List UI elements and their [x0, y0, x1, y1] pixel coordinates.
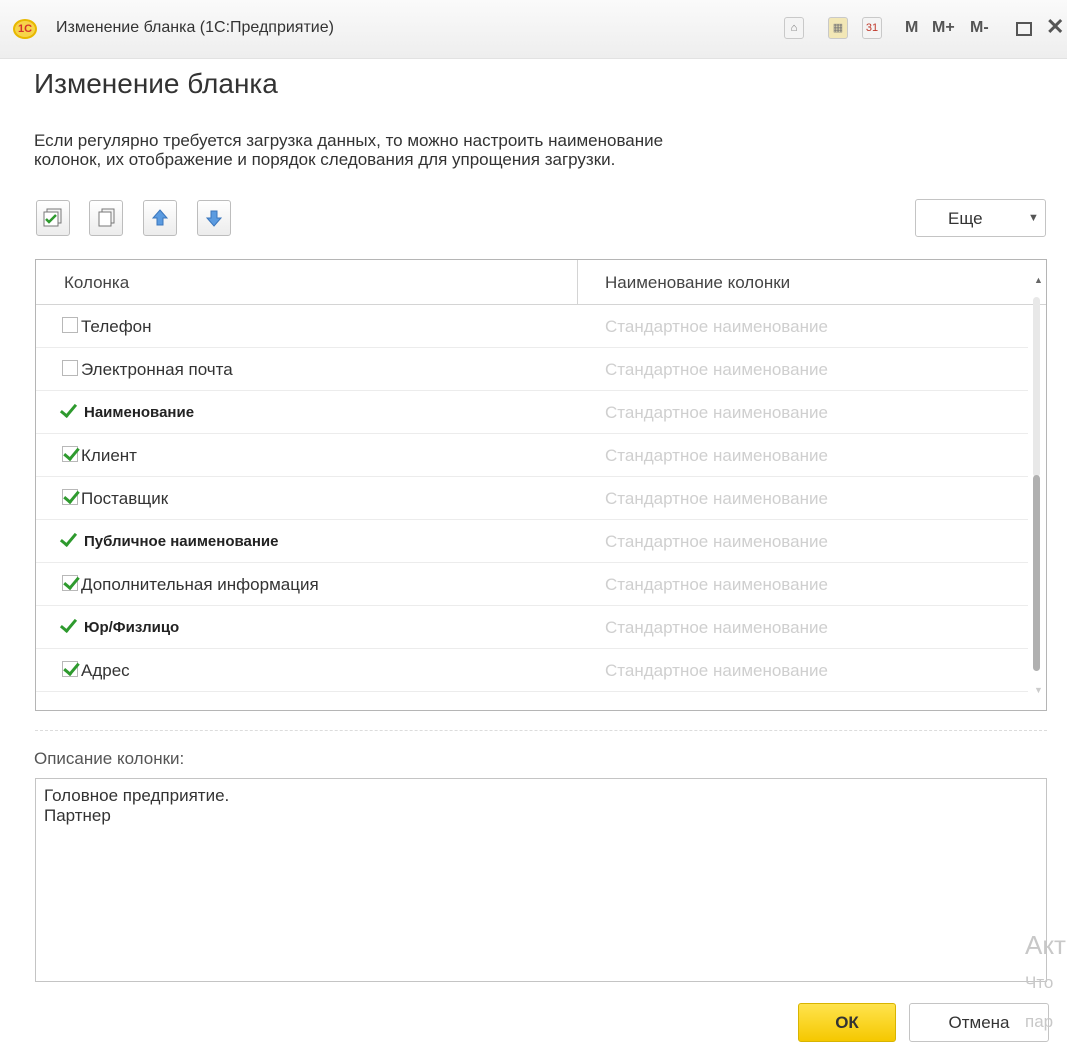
required-check-icon: [59, 614, 78, 634]
column-name: Телефон: [81, 317, 152, 336]
column-name: Адрес: [81, 661, 130, 680]
column-description-line: Головное предприятие.: [44, 786, 230, 805]
table-row[interactable]: Электронная почта Стандартное наименовани…: [36, 348, 1028, 391]
column-checkbox[interactable]: [62, 446, 78, 462]
column-name: Электронная почта: [81, 360, 233, 379]
table-body: Телефон Стандартное наименование Электронн…: [36, 305, 1028, 692]
column-name: Клиент: [81, 446, 137, 465]
column-name: Публичное наименование: [84, 533, 279, 550]
column-title-placeholder[interactable]: Стандартное наименование: [605, 575, 828, 595]
uncheck-all-icon: [98, 208, 115, 227]
more-button-label: Еще: [948, 209, 983, 228]
activation-watermark: Акт: [1025, 930, 1066, 960]
page-title: Изменение бланка: [34, 68, 278, 99]
vertical-scrollbar[interactable]: ▲ ▼: [1029, 275, 1046, 710]
column-title-placeholder[interactable]: Стандартное наименование: [605, 661, 828, 681]
column-title-placeholder[interactable]: Стандартное наименование: [605, 446, 828, 466]
table-row[interactable]: Наименование Стандартное наименование: [36, 391, 1028, 434]
column-title-placeholder[interactable]: Стандартное наименование: [605, 489, 828, 509]
column-title-placeholder[interactable]: Стандартное наименование: [605, 532, 828, 552]
move-down-button[interactable]: [197, 200, 231, 236]
required-check-icon: [59, 399, 78, 419]
column-title-placeholder[interactable]: Стандартное наименование: [605, 618, 828, 638]
ok-button[interactable]: ОК: [798, 1003, 896, 1042]
description-line: Если регулярно требуется загрузка данных…: [34, 131, 664, 150]
more-button[interactable]: Еще ▼: [915, 199, 1046, 237]
memory-minus-button[interactable]: M-: [970, 19, 989, 37]
calculator-icon[interactable]: ▦: [828, 17, 848, 39]
close-icon[interactable]: ✕: [1046, 14, 1064, 40]
column-checkbox[interactable]: [62, 317, 78, 333]
calendar-icon[interactable]: 31: [862, 17, 882, 39]
column-description-line: Партнер: [44, 806, 111, 825]
column-title-placeholder[interactable]: Стандартное наименование: [605, 360, 828, 380]
check-all-icon: [43, 208, 62, 227]
move-up-button[interactable]: [143, 200, 177, 236]
1c-logo-icon: 1С: [13, 19, 37, 39]
column-header-column[interactable]: Колонка: [64, 273, 129, 293]
column-title-placeholder[interactable]: Стандартное наименование: [605, 403, 828, 423]
scroll-up-icon[interactable]: ▲: [1034, 275, 1043, 285]
table-row[interactable]: Юр/Физлицо Стандартное наименование: [36, 606, 1028, 649]
column-checkbox[interactable]: [62, 661, 78, 677]
table-row[interactable]: Адрес Стандартное наименование: [36, 649, 1028, 692]
column-header-title[interactable]: Наименование колонки: [605, 273, 790, 293]
column-checkbox[interactable]: [62, 360, 78, 376]
uncheck-all-button[interactable]: [89, 200, 123, 236]
scrollbar-track[interactable]: [1033, 297, 1040, 477]
scrollbar-thumb[interactable]: [1033, 475, 1040, 671]
form-description: Если регулярно требуется загрузка данных…: [34, 131, 834, 169]
column-title-placeholder[interactable]: Стандартное наименование: [605, 317, 828, 337]
column-description-field[interactable]: Головное предприятие. Партнер: [35, 778, 1047, 982]
column-checkbox[interactable]: [62, 489, 78, 505]
chevron-down-icon: ▼: [1028, 212, 1039, 224]
description-line: колонок, их отображение и порядок следов…: [34, 150, 616, 169]
table-row[interactable]: Дополнительная информация Стандартное наи…: [36, 563, 1028, 606]
check-all-button[interactable]: [36, 200, 70, 236]
required-check-icon: [59, 528, 78, 548]
memory-plus-button[interactable]: M+: [932, 19, 955, 37]
memory-m-button[interactable]: M: [905, 19, 918, 37]
window-titlebar: 1С Изменение бланка (1С:Предприятие) ⌂ ▦…: [0, 0, 1067, 59]
column-name: Дополнительная информация: [81, 575, 319, 594]
column-separator[interactable]: [577, 260, 578, 304]
columns-table[interactable]: Колонка Наименование колонки Телефон Стан…: [35, 259, 1047, 711]
arrow-up-icon: [151, 209, 169, 226]
divider: [35, 730, 1047, 731]
column-name: Поставщик: [81, 489, 169, 508]
home-icon[interactable]: ⌂: [784, 17, 804, 39]
table-row[interactable]: Публичное наименование Стандартное наимен…: [36, 520, 1028, 563]
arrow-down-icon: [205, 210, 223, 227]
column-checkbox[interactable]: [62, 575, 78, 591]
table-header: Колонка Наименование колонки: [36, 260, 1046, 305]
column-name: Юр/Физлицо: [84, 619, 180, 636]
window-title: Изменение бланка (1С:Предприятие): [56, 19, 334, 36]
maximize-icon[interactable]: [1016, 22, 1032, 36]
table-row[interactable]: Поставщик Стандартное наименование: [36, 477, 1028, 520]
table-row[interactable]: Телефон Стандартное наименование: [36, 305, 1028, 348]
activation-watermark-line: Что: [1025, 973, 1054, 992]
column-name: Наименование: [84, 404, 195, 421]
column-description-label: Описание колонки:: [34, 749, 185, 768]
scroll-down-icon[interactable]: ▼: [1034, 685, 1043, 695]
table-row[interactable]: Клиент Стандартное наименование: [36, 434, 1028, 477]
activation-watermark-line: пар: [1025, 1012, 1054, 1031]
